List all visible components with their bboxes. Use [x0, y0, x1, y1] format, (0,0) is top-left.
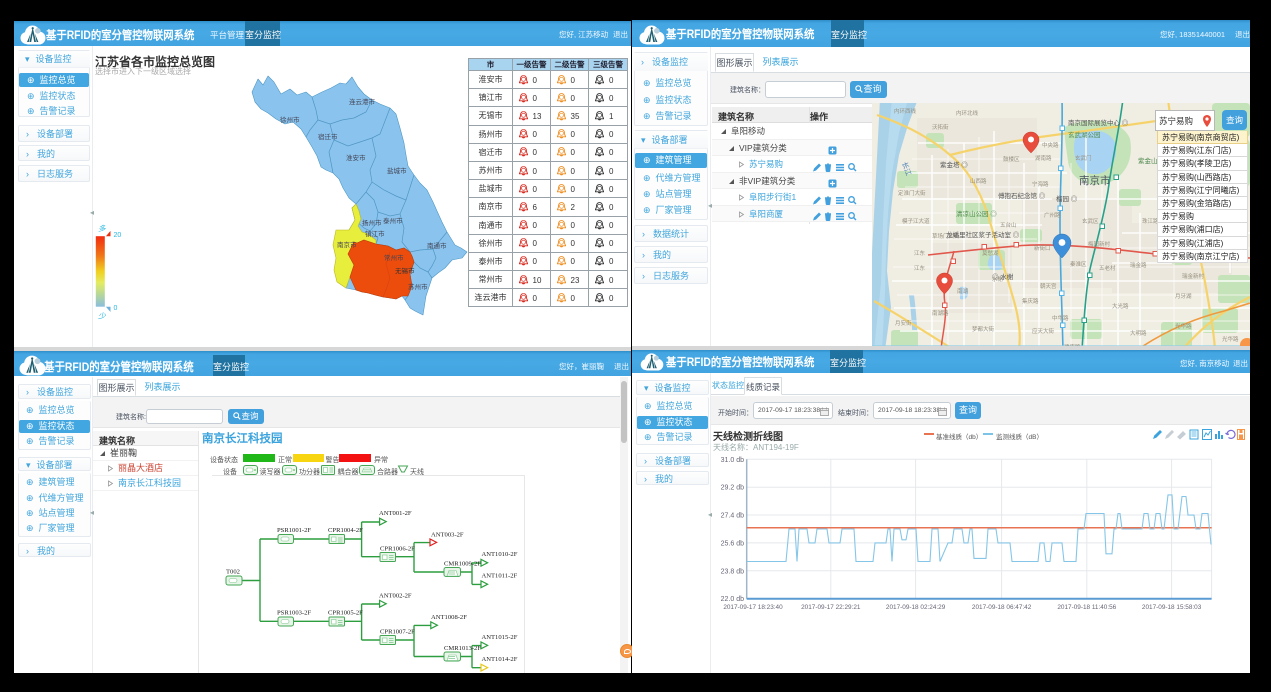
svg-text:鼓楼区: 鼓楼区: [1003, 155, 1020, 163]
svg-text:紫金山: 紫金山: [1138, 156, 1158, 165]
svg-text:莫愁湖: 莫愁湖: [982, 249, 999, 257]
svg-text:梅园新村: 梅园新村: [1088, 240, 1111, 248]
svg-text:多: 多: [98, 224, 106, 233]
svg-text:大明路: 大明路: [1130, 329, 1147, 337]
svg-text:CMR1009-2F: CMR1009-2F: [444, 561, 481, 568]
svg-text:25.6 db: 25.6 db: [721, 541, 744, 548]
svg-text:ANT1014-2F: ANT1014-2F: [482, 656, 518, 663]
svg-text:南京市: 南京市: [1079, 174, 1111, 187]
svg-text:T002: T002: [226, 569, 240, 576]
svg-text:龙蟠里社区浆子活动室 ◎: 龙蟠里社区浆子活动室 ◎: [946, 230, 1020, 239]
svg-text:梦都大街: 梦都大街: [972, 325, 995, 333]
svg-text:榴园 ◎: 榴园 ◎: [1056, 194, 1078, 203]
svg-text:2017-09-17 22:29:21: 2017-09-17 22:29:21: [801, 604, 861, 611]
svg-text:南湖: 南湖: [957, 287, 969, 295]
svg-text:月安街: 月安街: [895, 319, 912, 327]
svg-text:常州市: 常州市: [384, 253, 404, 262]
svg-text:集庆路: 集庆路: [1022, 297, 1039, 305]
svg-text:ANT1010-2F: ANT1010-2F: [482, 551, 518, 558]
svg-text:中央路: 中央路: [1042, 141, 1059, 149]
svg-text:CPR1005-2F: CPR1005-2F: [328, 610, 363, 617]
svg-text:新街口: 新街口: [1034, 244, 1051, 252]
svg-text:23.8 db: 23.8 db: [721, 568, 744, 575]
svg-text:光华路: 光华路: [1175, 322, 1192, 330]
svg-text:五老村: 五老村: [1099, 264, 1116, 272]
svg-text:大光路: 大光路: [1112, 302, 1129, 310]
svg-text:ANT001-2F: ANT001-2F: [379, 510, 412, 517]
svg-text:27.4 db: 27.4 db: [721, 513, 744, 520]
svg-text:2017-09-18 06:47:42: 2017-09-18 06:47:42: [972, 604, 1032, 611]
svg-text:定淮门大街: 定淮门大街: [898, 189, 926, 197]
svg-text:玄武湖公园: 玄武湖公园: [1068, 130, 1101, 139]
svg-text:苏州市: 苏州市: [408, 282, 428, 291]
svg-text:CPR1006-2F: CPR1006-2F: [380, 546, 415, 553]
svg-text:南湖路: 南湖路: [932, 309, 949, 317]
svg-text:月牙湖: 月牙湖: [1175, 292, 1192, 300]
svg-text:CPR1007-2F: CPR1007-2F: [380, 629, 415, 636]
svg-text:20: 20: [114, 232, 122, 239]
svg-text:光华路: 光华路: [1222, 335, 1239, 343]
svg-text:秦淮区: 秦淮区: [1070, 260, 1087, 268]
svg-text:2017-09-17 18:23:40: 2017-09-17 18:23:40: [723, 604, 783, 611]
svg-text:山西路: 山西路: [970, 177, 987, 185]
svg-text:22.0 db: 22.0 db: [721, 596, 744, 603]
svg-text:瑞金路: 瑞金路: [1130, 261, 1147, 269]
svg-text:31.0 db: 31.0 db: [721, 457, 744, 464]
svg-text:连云港市: 连云港市: [349, 97, 376, 106]
svg-text:五台山: 五台山: [1000, 221, 1017, 229]
svg-text:广州路: 广州路: [1044, 211, 1061, 219]
svg-text:◎ 水榭: ◎ 水榭: [992, 272, 1014, 281]
svg-text:CMR1013-2F: CMR1013-2F: [444, 645, 481, 652]
svg-text:玄武门: 玄武门: [1075, 154, 1092, 162]
svg-text:PSR1003-2F: PSR1003-2F: [277, 610, 311, 617]
svg-text:中华路: 中华路: [1052, 314, 1069, 322]
svg-text:南通市: 南通市: [427, 241, 447, 250]
svg-text:傅抱石纪念馆 ◎: 傅抱石纪念馆 ◎: [998, 191, 1046, 200]
svg-text:宿迁市: 宿迁市: [318, 132, 338, 141]
svg-text:ANT1015-2F: ANT1015-2F: [482, 634, 518, 641]
svg-text:南京国际展览中心 ◎: 南京国际展览中心 ◎: [1068, 118, 1129, 127]
svg-text:模子江大道: 模子江大道: [902, 217, 930, 225]
svg-text:内环北线: 内环北线: [956, 109, 979, 117]
svg-text:29.2 db: 29.2 db: [721, 485, 744, 492]
svg-text:0: 0: [114, 305, 118, 312]
svg-text:江东: 江东: [914, 249, 926, 257]
svg-text:泰州市: 泰州市: [383, 216, 403, 225]
svg-text:少: 少: [98, 312, 106, 321]
svg-text:紫金塔 ◎: 紫金塔 ◎: [940, 160, 968, 169]
svg-text:宁海路: 宁海路: [1032, 180, 1049, 188]
svg-text:内环西线: 内环西线: [894, 107, 917, 115]
svg-text:无锡市: 无锡市: [395, 266, 415, 275]
svg-text:淮安市: 淮安市: [346, 153, 366, 162]
svg-text:江东: 江东: [914, 264, 926, 272]
svg-text:ANT002-2F: ANT002-2F: [379, 593, 412, 600]
svg-text:清凉山公园 ◎: 清凉山公园 ◎: [956, 209, 997, 218]
svg-text:玄武区: 玄武区: [1082, 217, 1099, 225]
svg-text:ANT1008-2F: ANT1008-2F: [431, 614, 467, 621]
svg-text:瑞金新村: 瑞金新村: [1182, 272, 1205, 280]
svg-text:2017-09-18 02:24:29: 2017-09-18 02:24:29: [886, 604, 946, 611]
svg-text:扬州市: 扬州市: [362, 218, 382, 227]
svg-text:PSR1001-2F: PSR1001-2F: [277, 527, 311, 534]
svg-text:盐城市: 盐城市: [387, 166, 407, 175]
svg-text:朝天宫: 朝天宫: [1040, 282, 1057, 290]
svg-text:镇江市: 镇江市: [365, 229, 385, 238]
svg-text:南京市: 南京市: [337, 240, 357, 249]
svg-text:ANT003-2F: ANT003-2F: [431, 532, 464, 539]
svg-text:2017-09-18 11:40:56: 2017-09-18 11:40:56: [1057, 604, 1116, 611]
svg-text:徐州市: 徐州市: [280, 115, 300, 124]
svg-text:2017-09-18 15:58:03: 2017-09-18 15:58:03: [1142, 604, 1202, 611]
svg-text:CPR1004-2F: CPR1004-2F: [328, 527, 363, 534]
svg-text:ANT1011-2F: ANT1011-2F: [482, 573, 518, 580]
svg-text:湖南路: 湖南路: [1035, 154, 1052, 162]
svg-text:应天大街: 应天大街: [1032, 327, 1055, 335]
svg-text:沃拓街: 沃拓街: [932, 123, 949, 131]
